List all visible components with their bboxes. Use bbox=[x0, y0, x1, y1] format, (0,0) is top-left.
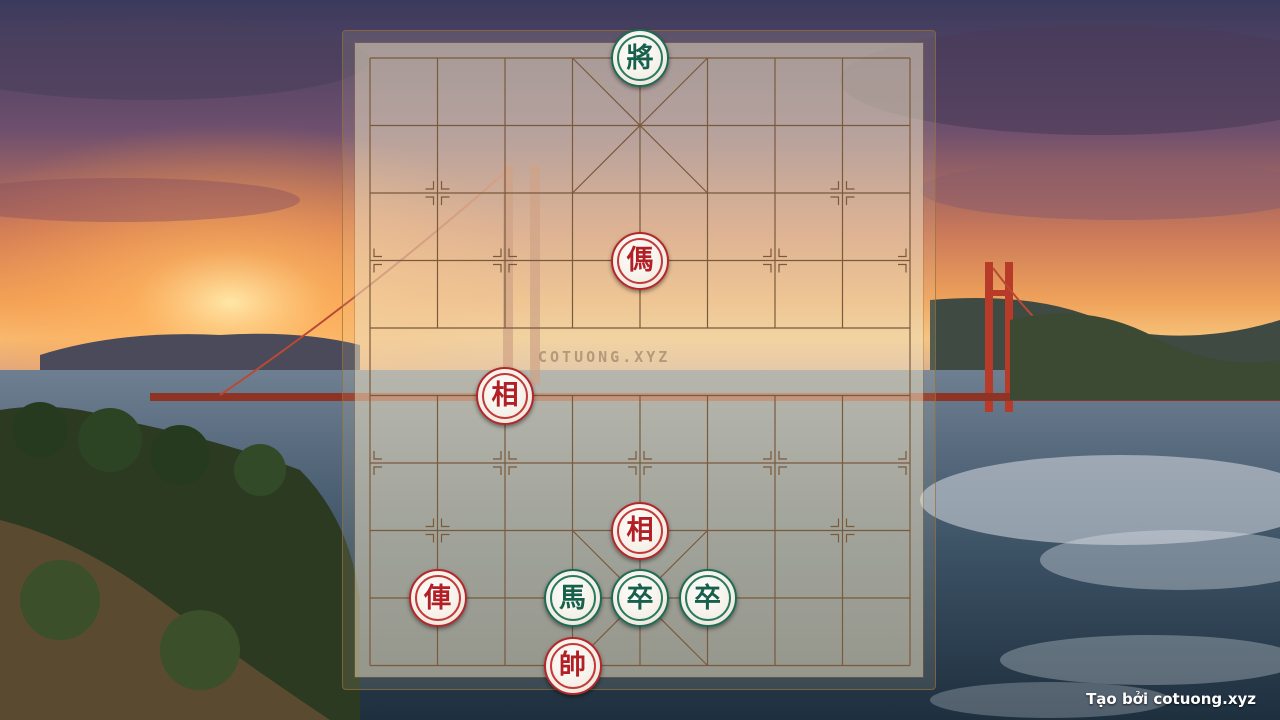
piece-character: 馬 bbox=[559, 582, 586, 614]
piece-red[interactable]: 相 bbox=[611, 501, 669, 560]
piece-red[interactable]: 帥 bbox=[543, 636, 602, 695]
piece-character: 相 bbox=[626, 515, 654, 546]
piece-red[interactable]: 傌 bbox=[611, 231, 669, 290]
piece-character: 卒 bbox=[694, 582, 721, 614]
piece-red[interactable]: 俥 bbox=[408, 569, 467, 627]
board-watermark: COTUONG.XYZ bbox=[538, 348, 671, 366]
piece-green[interactable]: 馬 bbox=[543, 569, 602, 627]
piece-character: 卒 bbox=[626, 582, 654, 614]
piece-character: 俥 bbox=[424, 582, 451, 614]
piece-character: 帥 bbox=[559, 650, 586, 681]
piece-character: 將 bbox=[626, 42, 654, 74]
piece-green[interactable]: 卒 bbox=[611, 569, 669, 627]
piece-green[interactable]: 將 bbox=[611, 29, 669, 87]
piece-character: 相 bbox=[491, 380, 519, 411]
piece-character: 傌 bbox=[626, 245, 654, 276]
piece-red[interactable]: 相 bbox=[476, 366, 534, 425]
piece-green[interactable]: 卒 bbox=[678, 569, 737, 627]
credit-text: Tạo bởi cotuong.xyz bbox=[1086, 690, 1256, 708]
